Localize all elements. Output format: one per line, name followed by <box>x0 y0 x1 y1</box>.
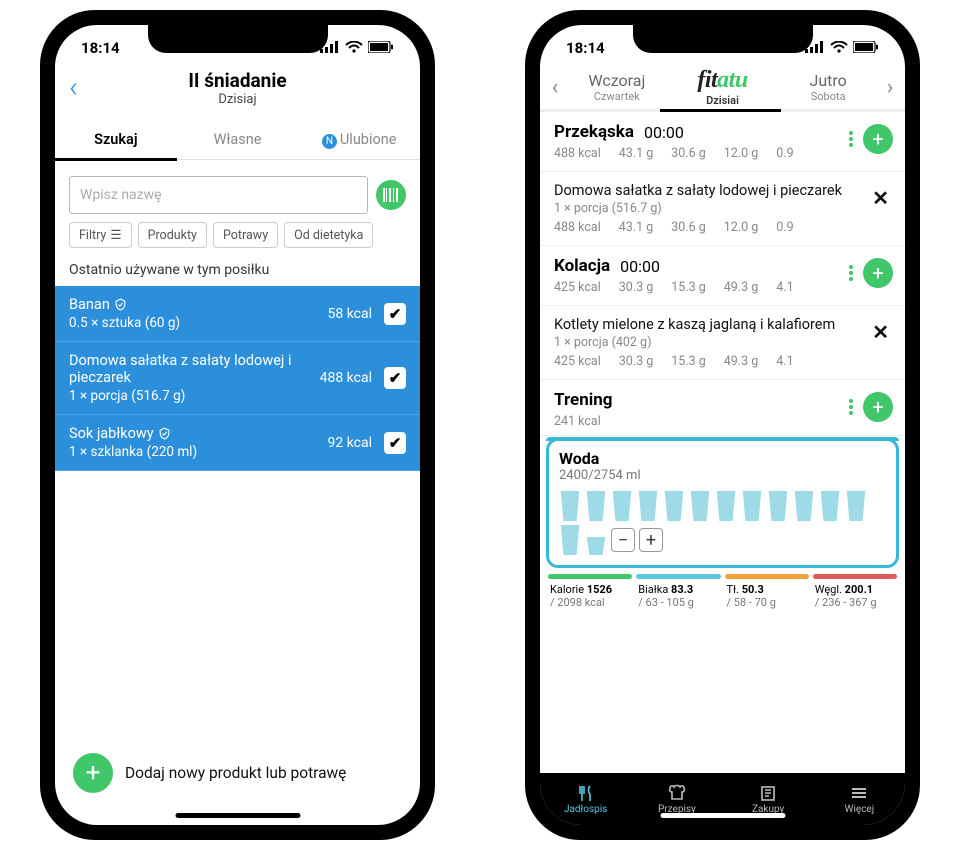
filter-button[interactable]: Filtry☰ <box>69 222 132 248</box>
prev-day[interactable]: Wczoraj Czwartek <box>564 71 670 103</box>
macro-summary: Kalorie 1526/ 2098 kcal Białka 83.3/ 63 … <box>540 579 905 611</box>
battery-icon <box>853 39 879 57</box>
add-training-button[interactable]: + <box>863 392 893 422</box>
wifi-icon <box>345 39 363 57</box>
dish-row[interactable]: Kotlety mielone z kaszą jaglaną i kalafi… <box>540 306 905 380</box>
tab-own[interactable]: Własne <box>177 123 299 159</box>
training-section: Trening + 241 kcal <box>540 380 905 436</box>
water-glass-icon[interactable] <box>637 491 659 521</box>
water-glass-icon[interactable] <box>845 491 867 521</box>
checkbox-icon[interactable]: ✔ <box>384 367 406 389</box>
filter-dietitian[interactable]: Od dietetyka <box>284 222 373 248</box>
nav-menu[interactable]: Jadłospis <box>540 773 631 825</box>
water-plus-button[interactable]: + <box>639 528 663 552</box>
prev-day-button[interactable]: ‹ <box>546 75 564 100</box>
water-glass-icon[interactable] <box>585 491 607 521</box>
filter-products[interactable]: Produkty <box>138 222 207 248</box>
food-row[interactable]: Banan 0.5 × sztuka (60 g) 58 kcal ✔ <box>55 286 420 342</box>
more-icon[interactable] <box>849 131 853 147</box>
search-input[interactable]: Wpisz nazwę <box>69 176 368 214</box>
tab-search[interactable]: Szukaj <box>55 123 177 159</box>
recent-label: Ostatnio używane w tym posiłku <box>55 258 420 286</box>
remove-icon[interactable]: ✕ <box>872 320 889 344</box>
next-day[interactable]: Jutro Sobota <box>775 71 881 103</box>
water-glass-icon[interactable] <box>559 491 581 521</box>
phone-left: 18:14 ‹ II śniadanie Dzisiaj Szukaj Włas… <box>40 10 435 840</box>
meal-section-dinner: Kolacja 00:00 + 425 kcal 30.3 g 15.3 g 4… <box>540 246 905 306</box>
water-card: Woda 2400/2754 ml − + <box>546 438 899 568</box>
back-icon[interactable]: ‹ <box>69 73 78 103</box>
phone-right: 18:14 ‹ Wczoraj Czwartek fitatu Dzisiai … <box>525 10 920 840</box>
water-glass-icon[interactable] <box>819 491 841 521</box>
water-glass-icon[interactable] <box>793 491 815 521</box>
barcode-button[interactable] <box>376 180 406 210</box>
water-glass-icon[interactable] <box>741 491 763 521</box>
water-glass-icon[interactable] <box>559 525 581 555</box>
add-meal-button[interactable]: + <box>863 124 893 154</box>
verified-icon <box>114 298 127 311</box>
water-glass-icon[interactable] <box>767 491 789 521</box>
page-subtitle: Dzisiaj <box>55 92 420 107</box>
filter-icon: ☰ <box>110 227 121 243</box>
battery-icon <box>368 39 394 57</box>
checkbox-icon[interactable]: ✔ <box>384 303 406 325</box>
more-icon[interactable] <box>849 399 853 415</box>
page-title: II śniadanie <box>55 69 420 92</box>
food-row[interactable]: Domowa sałatka z sałaty lodowej i piecza… <box>55 342 420 415</box>
more-icon[interactable] <box>849 265 853 281</box>
remove-icon[interactable]: ✕ <box>872 186 889 210</box>
water-glass-icon[interactable] <box>611 491 633 521</box>
logo: fitatu Dzisiai <box>670 67 776 107</box>
food-row[interactable]: Sok jabłkowy 1 × szklanka (220 ml) 92 kc… <box>55 415 420 471</box>
filter-dishes[interactable]: Potrawy <box>213 222 278 248</box>
water-minus-button[interactable]: − <box>611 528 635 552</box>
nav-more[interactable]: Więcej <box>814 773 905 825</box>
status-time: 18:14 <box>81 39 120 57</box>
water-glass-icon[interactable] <box>585 525 607 555</box>
add-meal-button[interactable]: + <box>863 258 893 288</box>
wifi-icon <box>830 39 848 57</box>
tab-favorites[interactable]: NUlubione <box>298 123 420 159</box>
dish-row[interactable]: Domowa sałatka z sałaty lodowej i piecza… <box>540 172 905 246</box>
next-day-button[interactable]: › <box>881 75 899 100</box>
status-time: 18:14 <box>566 39 605 57</box>
verified-icon <box>158 427 171 440</box>
water-glass-icon[interactable] <box>715 491 737 521</box>
add-product-label: Dodaj nowy produkt lub potrawę <box>125 764 346 782</box>
meal-section-snack: Przekąska 00:00 + 488 kcal 43.1 g 30.6 g… <box>540 112 905 172</box>
checkbox-icon[interactable]: ✔ <box>384 432 406 454</box>
add-product-button[interactable]: + <box>73 753 113 793</box>
water-glass-icon[interactable] <box>663 491 685 521</box>
water-glass-icon[interactable] <box>689 491 711 521</box>
